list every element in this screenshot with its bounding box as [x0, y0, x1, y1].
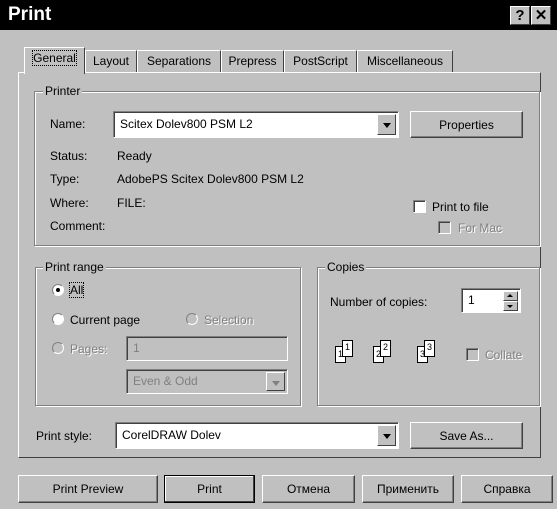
close-icon[interactable]: ✕ [531, 6, 551, 25]
comment-label: Comment: [50, 219, 106, 233]
spin-down-icon[interactable] [503, 301, 518, 311]
number-of-copies-label: Number of copies: [330, 295, 428, 309]
print-to-file-checkbox[interactable] [413, 200, 426, 213]
printer-name-label: Name: [50, 117, 86, 131]
printer-name-select[interactable]: Scitex Dolev800 PSM L2 [113, 111, 399, 138]
tab-miscellaneous[interactable]: Miscellaneous [357, 50, 453, 73]
copies-spinner[interactable]: 1 [461, 288, 521, 313]
for-mac-label: For Mac [458, 221, 503, 235]
even-odd-select[interactable]: Even & Odd [126, 369, 288, 394]
tab-separations[interactable]: Separations [137, 50, 221, 73]
collate-checkbox[interactable] [466, 348, 479, 361]
type-label: Type: [50, 172, 80, 186]
pages-input[interactable]: 1 [126, 336, 288, 361]
print-style-select[interactable]: CorelDRAW Dolev [115, 422, 399, 449]
pages-radio[interactable] [52, 342, 64, 354]
chevron-down-icon[interactable] [377, 425, 396, 446]
all-label[interactable]: All [68, 282, 85, 298]
tab-prepress[interactable]: Prepress [221, 50, 284, 73]
copies-value: 1 [468, 293, 475, 307]
printer-group-label: Printer [43, 84, 83, 98]
cancel-button[interactable]: Отмена [262, 475, 355, 503]
even-odd-value: Even & Odd [133, 374, 198, 388]
selection-radio[interactable] [186, 313, 198, 325]
save-as-button[interactable]: Save As... [410, 422, 523, 449]
tab-postscript[interactable]: PostScript [284, 50, 357, 73]
for-mac-checkbox[interactable] [438, 221, 451, 234]
chevron-down-icon[interactable] [377, 114, 396, 135]
current-page-radio[interactable] [52, 313, 64, 325]
tab-label: General [32, 50, 77, 66]
print-style-value: CorelDRAW Dolev [122, 428, 221, 442]
print-button[interactable]: Print [164, 475, 255, 503]
status-value: Ready [117, 149, 152, 163]
spin-up-icon[interactable] [503, 291, 518, 301]
where-value: FILE: [117, 196, 146, 210]
selection-label: Selection [204, 313, 254, 327]
page-number: 1 [345, 342, 351, 352]
title-bar [0, 0, 557, 30]
all-radio[interactable] [52, 284, 64, 296]
window-title: Print [8, 4, 52, 25]
chevron-down-icon[interactable] [266, 372, 285, 391]
page-number: 3 [427, 342, 433, 352]
help-icon[interactable]: ? [510, 6, 530, 25]
apply-button[interactable]: Применить [362, 475, 454, 503]
tab-general[interactable]: General [24, 47, 85, 74]
print-to-file-label[interactable]: Print to file [432, 200, 489, 214]
copies-group-label: Copies [325, 260, 367, 274]
properties-button[interactable]: Properties [410, 111, 523, 138]
page-number: 2 [383, 342, 389, 352]
tab-layout[interactable]: Layout [85, 50, 137, 73]
print-range-group-label: Print range [43, 260, 106, 274]
print-preview-button[interactable]: Print Preview [18, 475, 158, 503]
all-label-text: All [68, 282, 85, 298]
where-label: Where: [50, 196, 89, 210]
collate-label: Collate [485, 348, 523, 362]
printer-name-value: Scitex Dolev800 PSM L2 [120, 117, 253, 131]
current-page-label[interactable]: Current page [70, 313, 140, 327]
status-label: Status: [50, 149, 88, 163]
help-button[interactable]: Справка [461, 475, 553, 503]
print-style-label: Print style: [36, 429, 93, 443]
pages-label: Pages: [70, 342, 108, 356]
type-value: AdobePS Scitex Dolev800 PSM L2 [117, 172, 304, 186]
